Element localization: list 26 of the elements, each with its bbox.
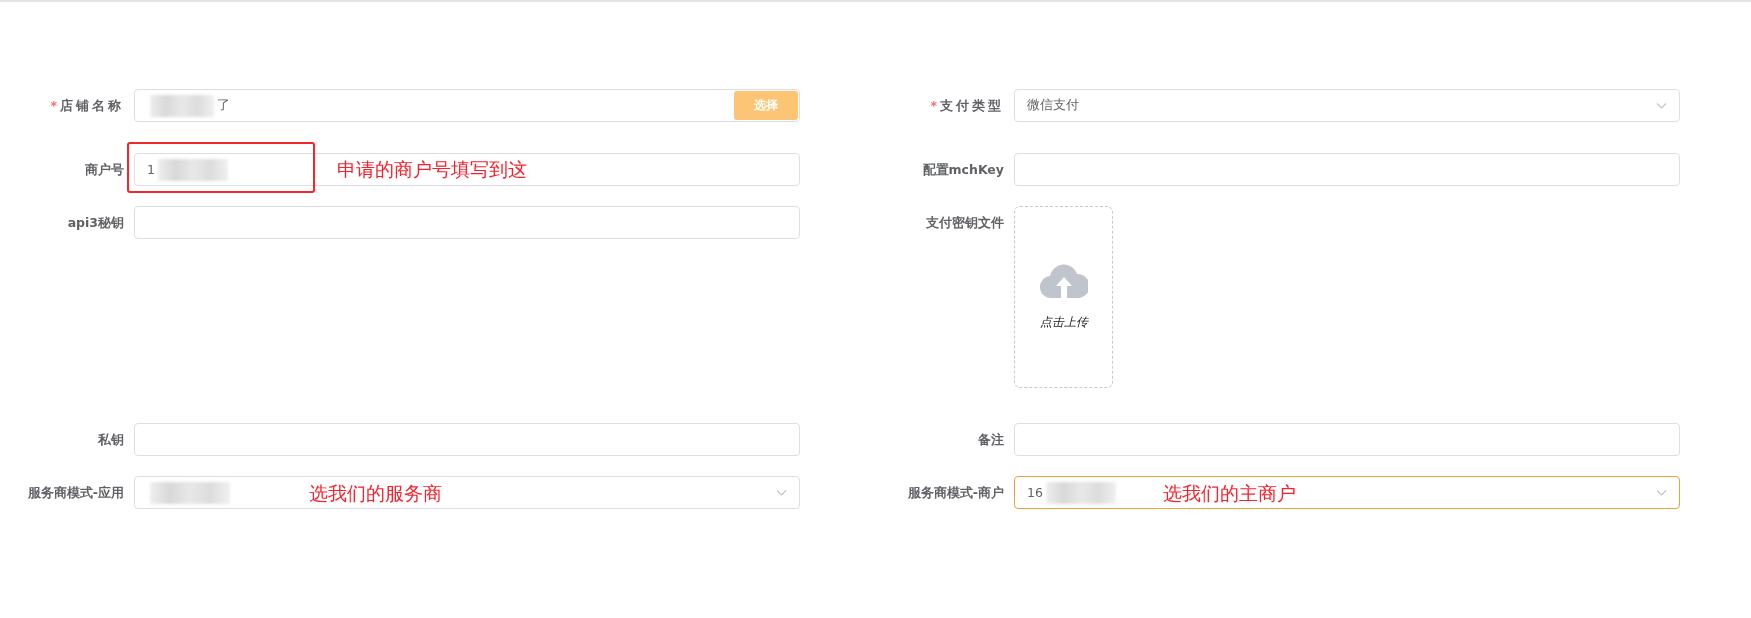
input-field[interactable] — [1014, 423, 1680, 456]
input-field[interactable]: 了 选择 — [134, 89, 800, 122]
cloud-upload-icon — [1039, 263, 1088, 300]
field-label: 备注 — [977, 431, 1005, 449]
input-field[interactable] — [1014, 153, 1680, 186]
annotation-note: 选我们的主商户 — [1163, 481, 1296, 506]
chevron-down-icon — [1656, 102, 1667, 110]
chevron-down-icon — [776, 489, 787, 497]
upload-area[interactable]: 点击上传 — [1014, 206, 1113, 388]
field-label: 服务商模式-应用 — [26, 484, 125, 502]
annotation-note: 申请的商户号填写到这 — [337, 157, 527, 182]
input-field[interactable] — [134, 206, 800, 239]
field-label: 配置mchKey — [921, 161, 1005, 179]
select-field[interactable] — [134, 476, 800, 509]
chevron-down-icon — [1656, 489, 1667, 497]
input-field[interactable] — [134, 423, 800, 456]
field-label: 支付密钥文件 — [925, 214, 1005, 232]
field-label: * 支付类型 — [929, 97, 1005, 115]
field-label: 商户号 — [84, 161, 125, 179]
field-label: api3秘钥 — [66, 214, 125, 232]
annotation-note: 选我们的服务商 — [309, 481, 442, 506]
upload-hint: 点击上传 — [1039, 313, 1088, 331]
field-label: * 店铺名称 — [49, 97, 125, 115]
select-field[interactable]: 微信支付 — [1014, 89, 1680, 122]
field-label: 私钥 — [97, 431, 125, 449]
field-label: 服务商模式-商户 — [906, 484, 1005, 502]
